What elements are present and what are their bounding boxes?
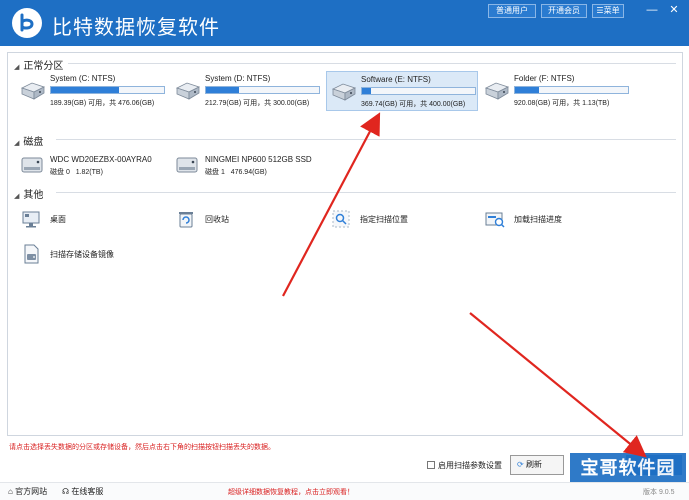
checkbox-box <box>427 461 435 469</box>
disk-name: WDC WD20EZBX-00AYRA0 <box>50 155 152 164</box>
partition-usage-fill <box>206 87 239 93</box>
partition-tile[interactable]: Folder (F: NTFS) 920.08(GB) 可用，共 1.13(TB… <box>480 71 632 111</box>
footer-bar: ⌂ 官方网站 ☊ 在线客服 超级详细数据恢复教程，点击立即观看！ 版本 9.0.… <box>0 482 689 500</box>
scan-location-icon <box>330 208 352 230</box>
device-panel: ◢ 正常分区 System (C: NTFS) 189.39(GB) 可用，共 4… <box>7 52 683 436</box>
section-disks-title: 磁盘 <box>23 137 44 148</box>
normal-user-button[interactable]: 普通用户 <box>488 4 536 18</box>
official-website-label: 官方网站 <box>15 487 48 496</box>
other-item-disk-image[interactable]: 扫描存储设备镜像 <box>16 241 176 267</box>
menu-button[interactable]: ☰菜单 <box>592 4 624 18</box>
disk-image-icon <box>20 243 42 265</box>
partition-info: 369.74(GB) 可用，共 400.00(GB) <box>361 101 466 108</box>
collapse-triangle-icon: ◢ <box>14 193 20 200</box>
partition-name: System (C: NTFS) <box>50 74 116 83</box>
partition-tile-selected[interactable]: Software (E: NTFS) 369.74(GB) 可用，共 400.0… <box>326 71 478 111</box>
partition-usage-bar <box>205 86 320 94</box>
refresh-button-label: 刷新 <box>525 460 542 469</box>
headset-icon: ☊ <box>62 487 70 496</box>
partition-drive-icon <box>484 79 510 101</box>
disk-info: 磁盘 1 476.94(GB) <box>205 167 267 177</box>
partition-usage-bar <box>514 86 629 94</box>
other-item-label: 桌面 <box>50 215 66 224</box>
online-support-label: 在线客服 <box>71 487 104 496</box>
disk-index: 磁盘 0 <box>50 169 70 176</box>
load-progress-icon <box>484 208 506 230</box>
partition-usage-bar <box>361 87 476 95</box>
menu-button-label: 菜单 <box>603 6 620 15</box>
partition-usage-bar <box>50 86 165 94</box>
refresh-button[interactable]: ⟳ 刷新 <box>510 455 564 475</box>
section-disks[interactable]: ◢ 磁盘 <box>14 133 44 148</box>
partition-name: System (D: NTFS) <box>205 74 271 83</box>
other-item-label: 指定扫描位置 <box>360 215 408 224</box>
hard-disk-icon <box>175 155 199 175</box>
partition-usage-fill <box>515 87 539 93</box>
other-item-scan-location[interactable]: 指定扫描位置 <box>326 206 476 232</box>
watermark-logo: 宝哥软件园 <box>570 453 686 485</box>
other-item-load-progress[interactable]: 加载扫描进度 <box>480 206 630 232</box>
section-others-title: 其他 <box>23 190 44 201</box>
partition-drive-icon <box>331 80 357 102</box>
minimize-button[interactable]: — <box>642 2 662 18</box>
partition-info: 920.08(GB) 可用，共 1.13(TB) <box>514 100 610 107</box>
partition-name: Software (E: NTFS) <box>361 75 431 84</box>
version-label: 版本 9.0.5 <box>643 489 675 496</box>
disk-name: NINGMEI NP600 512GB SSD <box>205 155 312 164</box>
disk-info: 磁盘 0 1.82(TB) <box>50 167 103 177</box>
desktop-icon <box>20 208 42 230</box>
disk-size: 476.94(GB) <box>230 169 267 176</box>
home-icon: ⌂ <box>8 487 13 496</box>
app-logo-icon <box>12 8 42 38</box>
partition-name: Folder (F: NTFS) <box>514 74 575 83</box>
other-item-label: 扫描存储设备镜像 <box>50 250 114 259</box>
section-divider <box>68 63 676 64</box>
online-support-link[interactable]: ☊ 在线客服 <box>62 486 103 497</box>
other-item-label: 加载扫描进度 <box>514 215 562 224</box>
menu-icon: ☰ <box>596 6 604 15</box>
partition-drive-icon <box>20 79 46 101</box>
disk-index: 磁盘 1 <box>205 169 225 176</box>
section-divider <box>56 139 676 140</box>
collapse-triangle-icon: ◢ <box>14 140 20 147</box>
recycle-bin-icon <box>175 208 197 230</box>
other-item-recycle-bin[interactable]: 回收站 <box>171 206 321 232</box>
other-item-desktop[interactable]: 桌面 <box>16 206 166 232</box>
instruction-hint: 请点击选择丢失数据的分区或存储设备，然后点击右下角的扫描按钮扫描丢失的数据。 <box>9 444 275 451</box>
section-divider <box>56 192 676 193</box>
collapse-triangle-icon: ◢ <box>14 64 20 71</box>
partition-info: 212.79(GB) 可用，共 300.00(GB) <box>205 100 310 107</box>
partition-tile[interactable]: System (D: NTFS) 212.79(GB) 可用，共 300.00(… <box>171 71 323 111</box>
section-others[interactable]: ◢ 其他 <box>14 186 44 201</box>
title-bar: 比特数据恢复软件 普通用户 开通会员 ☰菜单 — ✕ <box>0 0 689 46</box>
other-item-label: 回收站 <box>205 215 229 224</box>
partition-tile[interactable]: System (C: NTFS) 189.39(GB) 可用，共 476.06(… <box>16 71 168 111</box>
partition-usage-fill <box>51 87 119 93</box>
disk-item[interactable]: WDC WD20EZBX-00AYRA0 磁盘 0 1.82(TB) <box>16 151 176 181</box>
section-partitions[interactable]: ◢ 正常分区 <box>14 57 63 72</box>
partition-info: 189.39(GB) 可用，共 476.06(GB) <box>50 100 155 107</box>
open-member-button[interactable]: 开通会员 <box>541 4 587 18</box>
disk-size: 1.82(TB) <box>75 169 103 176</box>
hard-disk-icon <box>20 155 44 175</box>
official-website-link[interactable]: ⌂ 官方网站 <box>8 486 47 497</box>
close-button[interactable]: ✕ <box>664 2 684 18</box>
partition-usage-fill <box>362 88 372 94</box>
partition-drive-icon <box>175 79 201 101</box>
enable-scan-params-checkbox[interactable]: 启用扫描参数设置 <box>427 460 502 471</box>
tutorial-promo-link[interactable]: 超级详细数据恢复教程，点击立即观看！ <box>228 487 354 497</box>
enable-scan-params-label: 启用扫描参数设置 <box>438 461 502 470</box>
app-title: 比特数据恢复软件 <box>52 15 220 39</box>
disk-item[interactable]: NINGMEI NP600 512GB SSD 磁盘 1 476.94(GB) <box>171 151 351 181</box>
refresh-icon: ⟳ <box>517 460 524 469</box>
